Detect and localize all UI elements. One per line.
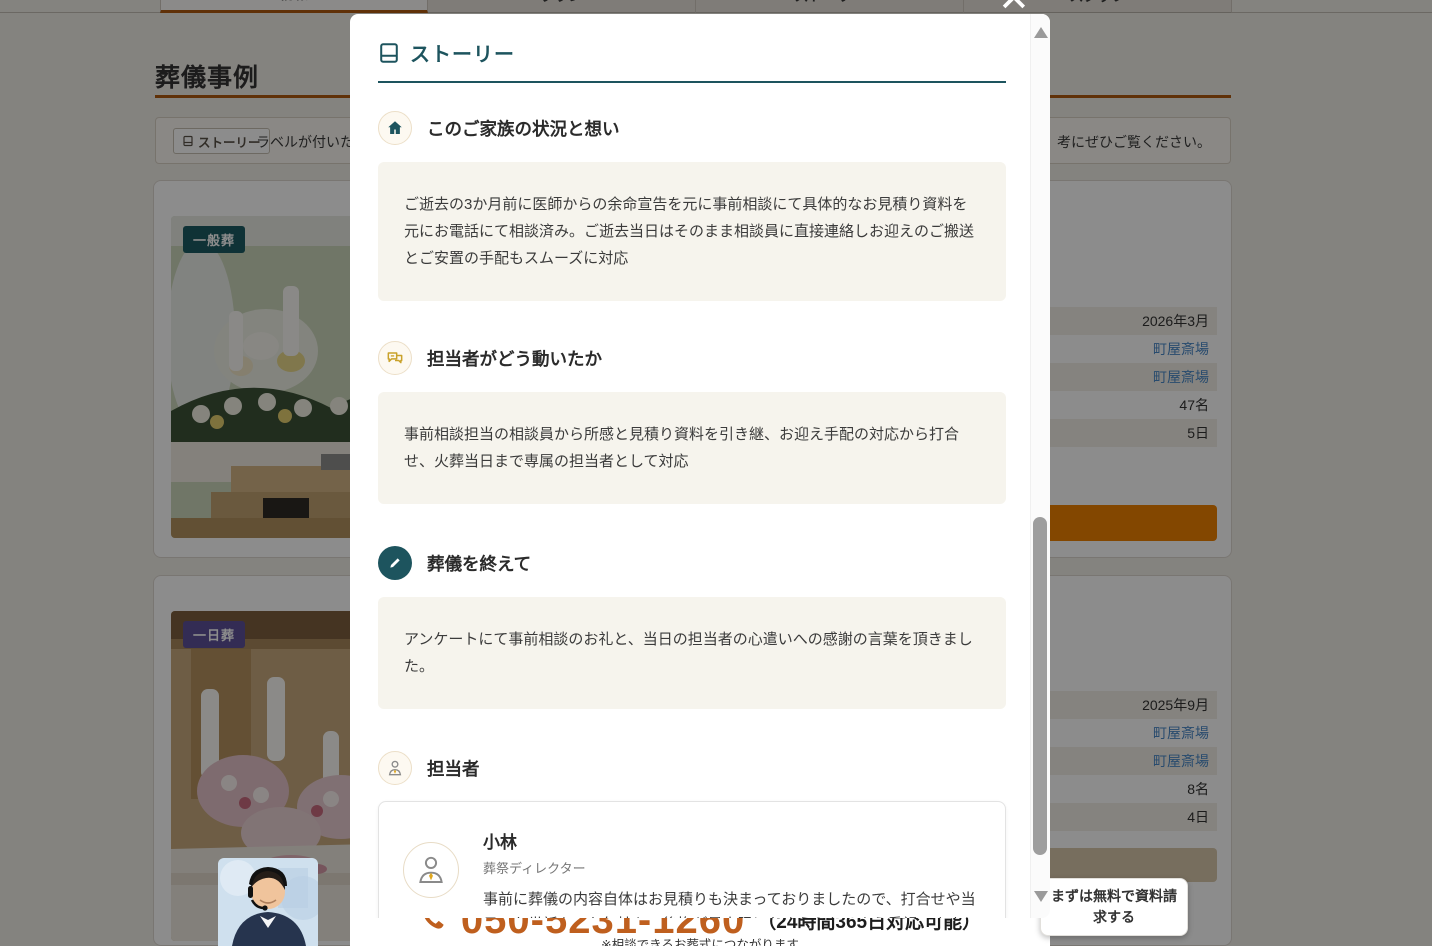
home-icon xyxy=(378,111,412,145)
section-director-heading: 担当者 xyxy=(378,751,1006,785)
section-after-heading: 葬儀を終えて xyxy=(378,546,1006,580)
modal-scrollbar[interactable] xyxy=(1030,14,1050,918)
section-staff-actions-heading: 担当者がどう動いたか xyxy=(378,341,1006,375)
phone-note: ※相談できるお葬式につながります xyxy=(350,934,1050,946)
close-icon[interactable]: ✕ xyxy=(998,0,1030,18)
person-icon xyxy=(378,751,412,785)
section-after-body: アンケートにて事前相談のお礼と、当日の担当者の心遣いへの感謝の言葉を頂きました。 xyxy=(378,597,1006,709)
staff-role: 葬祭ディレクター xyxy=(483,858,981,877)
section-family-heading: このご家族の状況と想い xyxy=(378,111,1006,145)
book-icon xyxy=(378,42,400,64)
modal-title-divider xyxy=(378,81,1006,83)
staff-info: 小林 葬祭ディレクター 事前に葬儀の内容自体はお見積りも決まっておりましたので、… xyxy=(483,828,981,918)
call-operator-photo xyxy=(218,858,318,946)
staff-name: 小林 xyxy=(483,828,981,853)
chat-icon xyxy=(378,341,412,375)
scrollbar-thumb[interactable] xyxy=(1033,517,1047,855)
request-brochure-button[interactable]: まずは無料で資料請求する xyxy=(1040,878,1188,936)
section-staff-actions-body: 事前相談担当の相談員から所感と見積り資料を引き継、お迎え手配の対応から打合せ、火… xyxy=(378,392,1006,504)
section-title: 担当者 xyxy=(427,756,480,781)
section-title: 担当者がどう動いたか xyxy=(427,346,602,371)
modal-title: ストーリー xyxy=(410,38,515,67)
scroll-up-arrow-icon[interactable] xyxy=(1034,27,1048,38)
story-modal: ストーリー このご家族の状況と想い ご逝去の3か月前に医師からの余命宣告を元に事… xyxy=(350,14,1050,918)
section-title: このご家族の状況と想い xyxy=(427,116,620,141)
staff-avatar xyxy=(403,842,459,898)
section-title: 葬儀を終えて xyxy=(427,551,531,576)
staff-comment: 事前に葬儀の内容自体はお見積りも決まっておりましたので、打合せや当日のお世話も、… xyxy=(483,887,981,918)
scroll-down-arrow-icon[interactable] xyxy=(1034,891,1048,902)
pen-icon xyxy=(378,546,412,580)
modal-header: ストーリー xyxy=(378,14,1006,67)
section-family-body: ご逝去の3か月前に医師からの余命宣告を元に事前相談にて具体的なお見積り資料を元に… xyxy=(378,162,1006,301)
staff-card: 小林 葬祭ディレクター 事前に葬儀の内容自体はお見積りも決まっておりましたので、… xyxy=(378,801,1006,918)
